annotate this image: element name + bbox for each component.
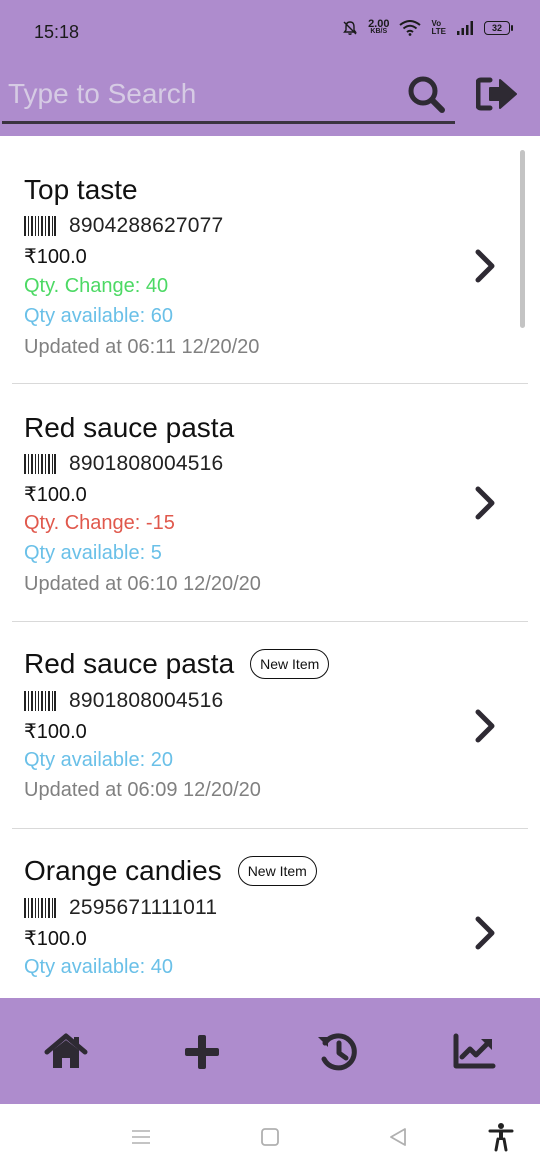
wifi-icon — [399, 20, 422, 36]
item-qty-available: Qty available: 40 — [24, 956, 173, 978]
nav-history-button[interactable] — [314, 1028, 362, 1076]
sign-out-icon — [476, 77, 517, 111]
nav-add-button[interactable] — [178, 1028, 226, 1076]
list-item[interactable]: Top taste 8904288627077 ₹100.0 Qty. Chan… — [12, 136, 528, 384]
item-qty-available: Qty available: 60 — [24, 305, 173, 327]
status-time: 15:18 — [34, 22, 80, 42]
barcode-icon — [24, 898, 56, 918]
item-updated: Updated at 06:10 12/20/20 — [24, 573, 261, 595]
menu-icon — [132, 1130, 150, 1144]
barcode-row: 8901808004516 — [24, 452, 223, 476]
search-bar — [2, 68, 455, 124]
network-speed-unit: KB/S — [370, 28, 388, 35]
plus-icon — [185, 1035, 219, 1069]
system-home-button[interactable] — [255, 1122, 285, 1152]
new-item-badge: New Item — [250, 649, 330, 679]
network-speed: 2.00 KB/S — [368, 18, 390, 36]
barcode-icon — [24, 216, 56, 236]
history-icon — [318, 1033, 357, 1071]
barcode-row: 2595671111011 — [24, 896, 217, 920]
status-bar: 15:18 2.00 KB/S Vo LTE 32 — [0, 0, 540, 66]
volte-bottom: LTE — [431, 27, 446, 36]
back-triangle-icon — [390, 1128, 406, 1146]
accessibility-button[interactable] — [486, 1122, 516, 1152]
item-name: Top taste — [24, 174, 138, 205]
accessibility-icon — [488, 1123, 514, 1152]
item-name: Red sauce pasta — [24, 648, 235, 679]
search-button[interactable] — [404, 72, 448, 116]
signal-icon — [456, 21, 474, 35]
search-input[interactable] — [8, 74, 398, 114]
item-price: ₹100.0 — [24, 928, 87, 950]
home-icon — [44, 1033, 88, 1068]
item-price: ₹100.0 — [24, 721, 87, 743]
system-back-button[interactable] — [383, 1122, 413, 1152]
chevron-right-icon[interactable] — [470, 913, 500, 953]
item-barcode: 8901808004516 — [69, 452, 224, 475]
item-qty-change: Qty. Change: -15 — [24, 512, 175, 534]
list-item[interactable]: Red sauce pasta 8901808004516 ₹100.0 Qty… — [12, 384, 528, 622]
item-qty-available: Qty available: 20 — [24, 749, 173, 771]
item-name-row: Red sauce pasta — [24, 412, 234, 444]
chevron-right-icon[interactable] — [470, 246, 500, 286]
bottom-navigation — [0, 998, 540, 1104]
item-name-row: Top taste — [24, 174, 138, 206]
system-menu-button[interactable] — [126, 1122, 156, 1152]
battery-indicator: 32 — [484, 21, 513, 35]
nav-home-button[interactable] — [42, 1028, 90, 1076]
system-navigation-bar — [0, 1104, 540, 1170]
item-name-row: Orange candies New Item — [24, 855, 317, 887]
volte-indicator: Vo LTE — [431, 20, 446, 36]
logout-button[interactable] — [474, 72, 520, 116]
list-item[interactable]: Orange candies New Item 2595671111011 ₹1… — [12, 829, 528, 998]
inventory-list[interactable]: Top taste 8904288627077 ₹100.0 Qty. Chan… — [0, 136, 540, 998]
item-barcode: 8904288627077 — [69, 214, 224, 237]
app-header: 15:18 2.00 KB/S Vo LTE 32 — [0, 0, 540, 136]
item-name-row: Red sauce pasta New Item — [24, 648, 330, 680]
nav-analytics-button[interactable] — [450, 1028, 498, 1076]
item-name: Orange candies — [24, 855, 222, 886]
item-updated: Updated at 06:11 12/20/20 — [24, 336, 260, 358]
status-icons: 2.00 KB/S Vo LTE 32 — [342, 18, 513, 36]
barcode-icon — [24, 454, 56, 474]
chevron-right-icon[interactable] — [470, 483, 500, 523]
barcode-row: 8901808004516 — [24, 689, 223, 713]
chevron-right-icon[interactable] — [470, 706, 500, 746]
barcode-row: 8904288627077 — [24, 214, 223, 238]
search-icon — [408, 76, 445, 113]
list-item[interactable]: Red sauce pasta New Item 8901808004516 ₹… — [12, 622, 528, 829]
item-updated: Updated at 06:09 12/20/20 — [24, 779, 261, 801]
network-speed-value: 2.00 — [368, 18, 390, 30]
square-icon — [261, 1128, 279, 1146]
new-item-badge: New Item — [237, 856, 317, 886]
item-barcode: 8901808004516 — [69, 689, 224, 712]
item-price: ₹100.0 — [24, 246, 87, 268]
item-barcode: 2595671111011 — [69, 896, 218, 919]
mute-notification-icon — [342, 20, 358, 36]
chart-line-icon — [453, 1033, 496, 1069]
barcode-icon — [24, 691, 56, 711]
item-price: ₹100.0 — [24, 484, 87, 506]
item-qty-available: Qty available: 5 — [24, 542, 162, 564]
item-name: Red sauce pasta — [24, 412, 235, 443]
item-qty-change: Qty. Change: 40 — [24, 275, 169, 297]
